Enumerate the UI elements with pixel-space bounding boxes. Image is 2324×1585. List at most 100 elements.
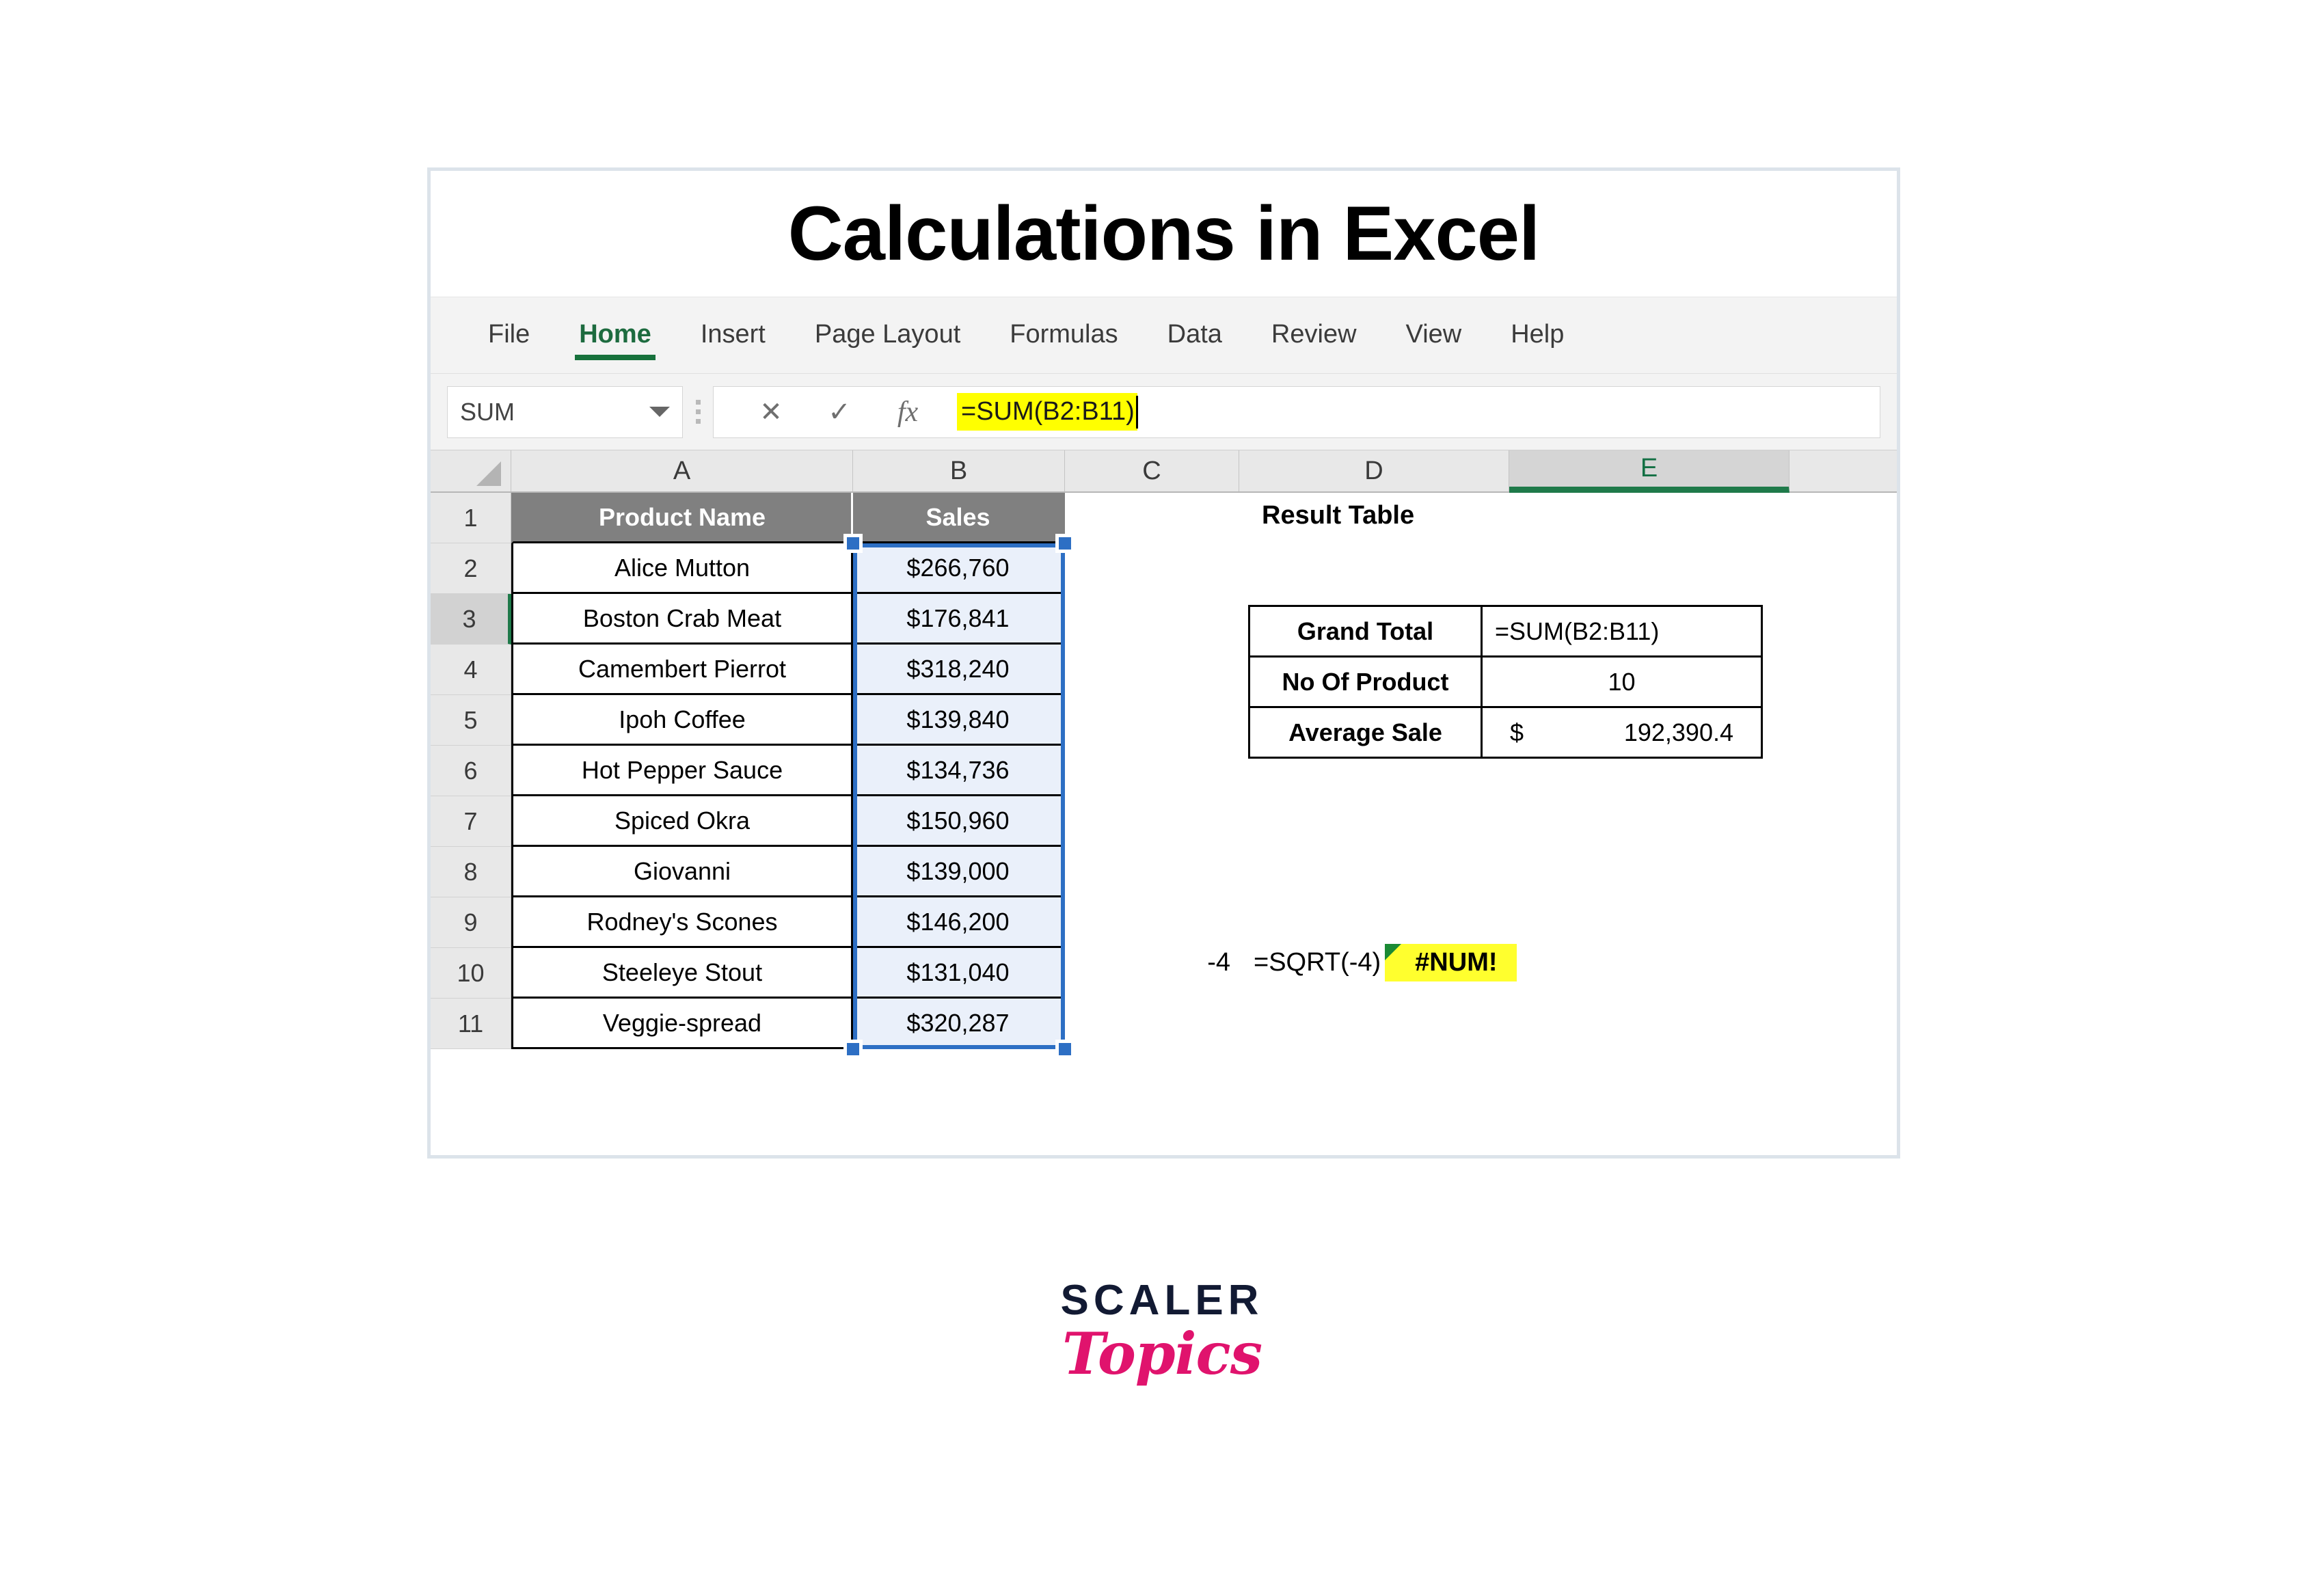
cell-c2[interactable] — [1065, 543, 1239, 594]
row-header-4[interactable]: 4 — [431, 645, 511, 695]
tab-insert[interactable]: Insert — [676, 314, 790, 356]
formula-bar: SUM ✕ ✓ fx =SUM(B2:B11) — [431, 374, 1897, 450]
cell-b10[interactable]: $131,040 — [853, 948, 1065, 999]
sqrt-error-text: #NUM! — [1415, 948, 1498, 977]
cell-e9[interactable] — [1509, 897, 1789, 948]
tab-review[interactable]: Review — [1247, 314, 1381, 356]
cell-e10[interactable] — [1509, 948, 1789, 999]
tab-formulas[interactable]: Formulas — [985, 314, 1142, 356]
row-header-11[interactable]: 11 — [431, 999, 511, 1049]
column-header-a[interactable]: A — [511, 450, 853, 491]
cell-a9[interactable]: Rodney's Scones — [511, 897, 853, 948]
cell-c6[interactable] — [1065, 746, 1239, 796]
sqrt-input-value[interactable]: -4 — [1189, 948, 1230, 977]
cell-c4[interactable] — [1065, 645, 1239, 695]
cell-d9[interactable] — [1239, 897, 1509, 948]
formula-input-zone: ✕ ✓ fx =SUM(B2:B11) — [713, 385, 1880, 438]
cell-b6[interactable]: $134,736 — [853, 746, 1065, 796]
table-row: 11 Veggie-spread $320,287 — [431, 999, 1897, 1049]
sqrt-formula-text[interactable]: =SQRT(-4) — [1254, 948, 1381, 977]
cell-b9[interactable]: $146,200 — [853, 897, 1065, 948]
row-header-6[interactable]: 6 — [431, 746, 511, 796]
tab-data[interactable]: Data — [1143, 314, 1247, 356]
table-row: 2 Alice Mutton $266,760 — [431, 543, 1897, 594]
formula-input[interactable]: =SUM(B2:B11) — [942, 387, 1880, 437]
tab-help[interactable]: Help — [1486, 314, 1589, 356]
cell-a5[interactable]: Ipoh Coffee — [511, 695, 853, 746]
cell-d11[interactable] — [1239, 999, 1509, 1049]
cell-c9[interactable] — [1065, 897, 1239, 948]
chevron-down-icon[interactable] — [649, 407, 670, 417]
cell-b4[interactable]: $318,240 — [853, 645, 1065, 695]
cell-c5[interactable] — [1065, 695, 1239, 746]
cell-e7[interactable] — [1509, 796, 1789, 847]
result-label-grand-total: Grand Total — [1248, 605, 1483, 658]
cell-d7[interactable] — [1239, 796, 1509, 847]
column-header-row: A B C D E — [431, 450, 1897, 493]
cell-d2[interactable] — [1239, 543, 1509, 594]
cell-c8[interactable] — [1065, 847, 1239, 897]
cell-a6[interactable]: Hot Pepper Sauce — [511, 746, 853, 796]
cell-c1[interactable] — [1065, 493, 1239, 543]
result-value-grand-total[interactable]: =SUM(B2:B11) — [1481, 605, 1763, 658]
cell-b2[interactable]: $266,760 — [853, 543, 1065, 594]
tab-view[interactable]: View — [1381, 314, 1487, 356]
text-caret — [1135, 395, 1138, 429]
cell-a1[interactable]: Product Name — [511, 493, 853, 543]
row-header-2[interactable]: 2 — [431, 543, 511, 594]
column-header-b[interactable]: B — [853, 450, 1065, 491]
cell-a7[interactable]: Spiced Okra — [511, 796, 853, 847]
cell-b1[interactable]: Sales — [853, 493, 1065, 543]
tab-home[interactable]: Home — [554, 314, 676, 360]
cell-d8[interactable] — [1239, 847, 1509, 897]
column-header-e[interactable]: E — [1509, 450, 1789, 493]
cell-b8[interactable]: $139,000 — [853, 847, 1065, 897]
fx-icon[interactable]: fx — [874, 396, 942, 429]
name-box-value: SUM — [460, 397, 515, 426]
cell-a8[interactable]: Giovanni — [511, 847, 853, 897]
check-icon[interactable]: ✓ — [805, 396, 874, 428]
cell-a11[interactable]: Veggie-spread — [511, 999, 853, 1049]
cell-e8[interactable] — [1509, 847, 1789, 897]
row-header-8[interactable]: 8 — [431, 847, 511, 897]
average-sale-amount: 192,390.4 — [1623, 718, 1733, 746]
result-value-no-of-product[interactable]: 10 — [1481, 655, 1763, 708]
table-row: 9 Rodney's Scones $146,200 — [431, 897, 1897, 948]
cell-b11[interactable]: $320,287 — [853, 999, 1065, 1049]
name-box[interactable]: SUM — [447, 385, 683, 438]
table-row: 1 Product Name Sales — [431, 493, 1897, 543]
sqrt-error-cell[interactable]: #NUM! — [1385, 944, 1517, 981]
row-header-10[interactable]: 10 — [431, 948, 511, 999]
tab-file[interactable]: File — [463, 314, 554, 356]
result-row-average-sale: Average Sale $ 192,390.4 — [1248, 706, 1763, 759]
close-x-icon[interactable]: ✕ — [737, 396, 805, 428]
cell-e2[interactable] — [1509, 543, 1789, 594]
result-value-average-sale[interactable]: $ 192,390.4 — [1481, 706, 1763, 759]
cell-a2[interactable]: Alice Mutton — [511, 543, 853, 594]
cell-a10[interactable]: Steeleye Stout — [511, 948, 853, 999]
cell-a3[interactable]: Boston Crab Meat — [511, 594, 853, 645]
row-header-1[interactable]: 1 — [431, 493, 511, 543]
column-header-c[interactable]: C — [1065, 450, 1239, 491]
cell-c11[interactable] — [1065, 999, 1239, 1049]
cell-b7[interactable]: $150,960 — [853, 796, 1065, 847]
table-row: 8 Giovanni $139,000 — [431, 847, 1897, 897]
cell-e11[interactable] — [1509, 999, 1789, 1049]
cell-e1[interactable] — [1509, 493, 1789, 543]
result-row-no-of-product: No Of Product 10 — [1248, 655, 1763, 708]
cell-c3[interactable] — [1065, 594, 1239, 645]
select-all-corner[interactable] — [431, 450, 511, 491]
column-header-d[interactable]: D — [1239, 450, 1509, 491]
cell-a4[interactable]: Camembert Pierrot — [511, 645, 853, 695]
cell-b3[interactable]: $176,841 — [853, 594, 1065, 645]
row-header-3[interactable]: 3 — [431, 594, 511, 645]
row-header-7[interactable]: 7 — [431, 796, 511, 847]
ribbon-tab-bar: File Home Insert Page Layout Formulas Da… — [431, 297, 1897, 374]
cell-b5[interactable]: $139,840 — [853, 695, 1065, 746]
cell-c7[interactable] — [1065, 796, 1239, 847]
screenshot-canvas: Calculations in Excel File Home Insert P… — [0, 0, 2324, 1585]
row-header-5[interactable]: 5 — [431, 695, 511, 746]
row-header-9[interactable]: 9 — [431, 897, 511, 948]
tab-page-layout[interactable]: Page Layout — [790, 314, 985, 356]
vertical-dots-separator — [683, 400, 713, 424]
